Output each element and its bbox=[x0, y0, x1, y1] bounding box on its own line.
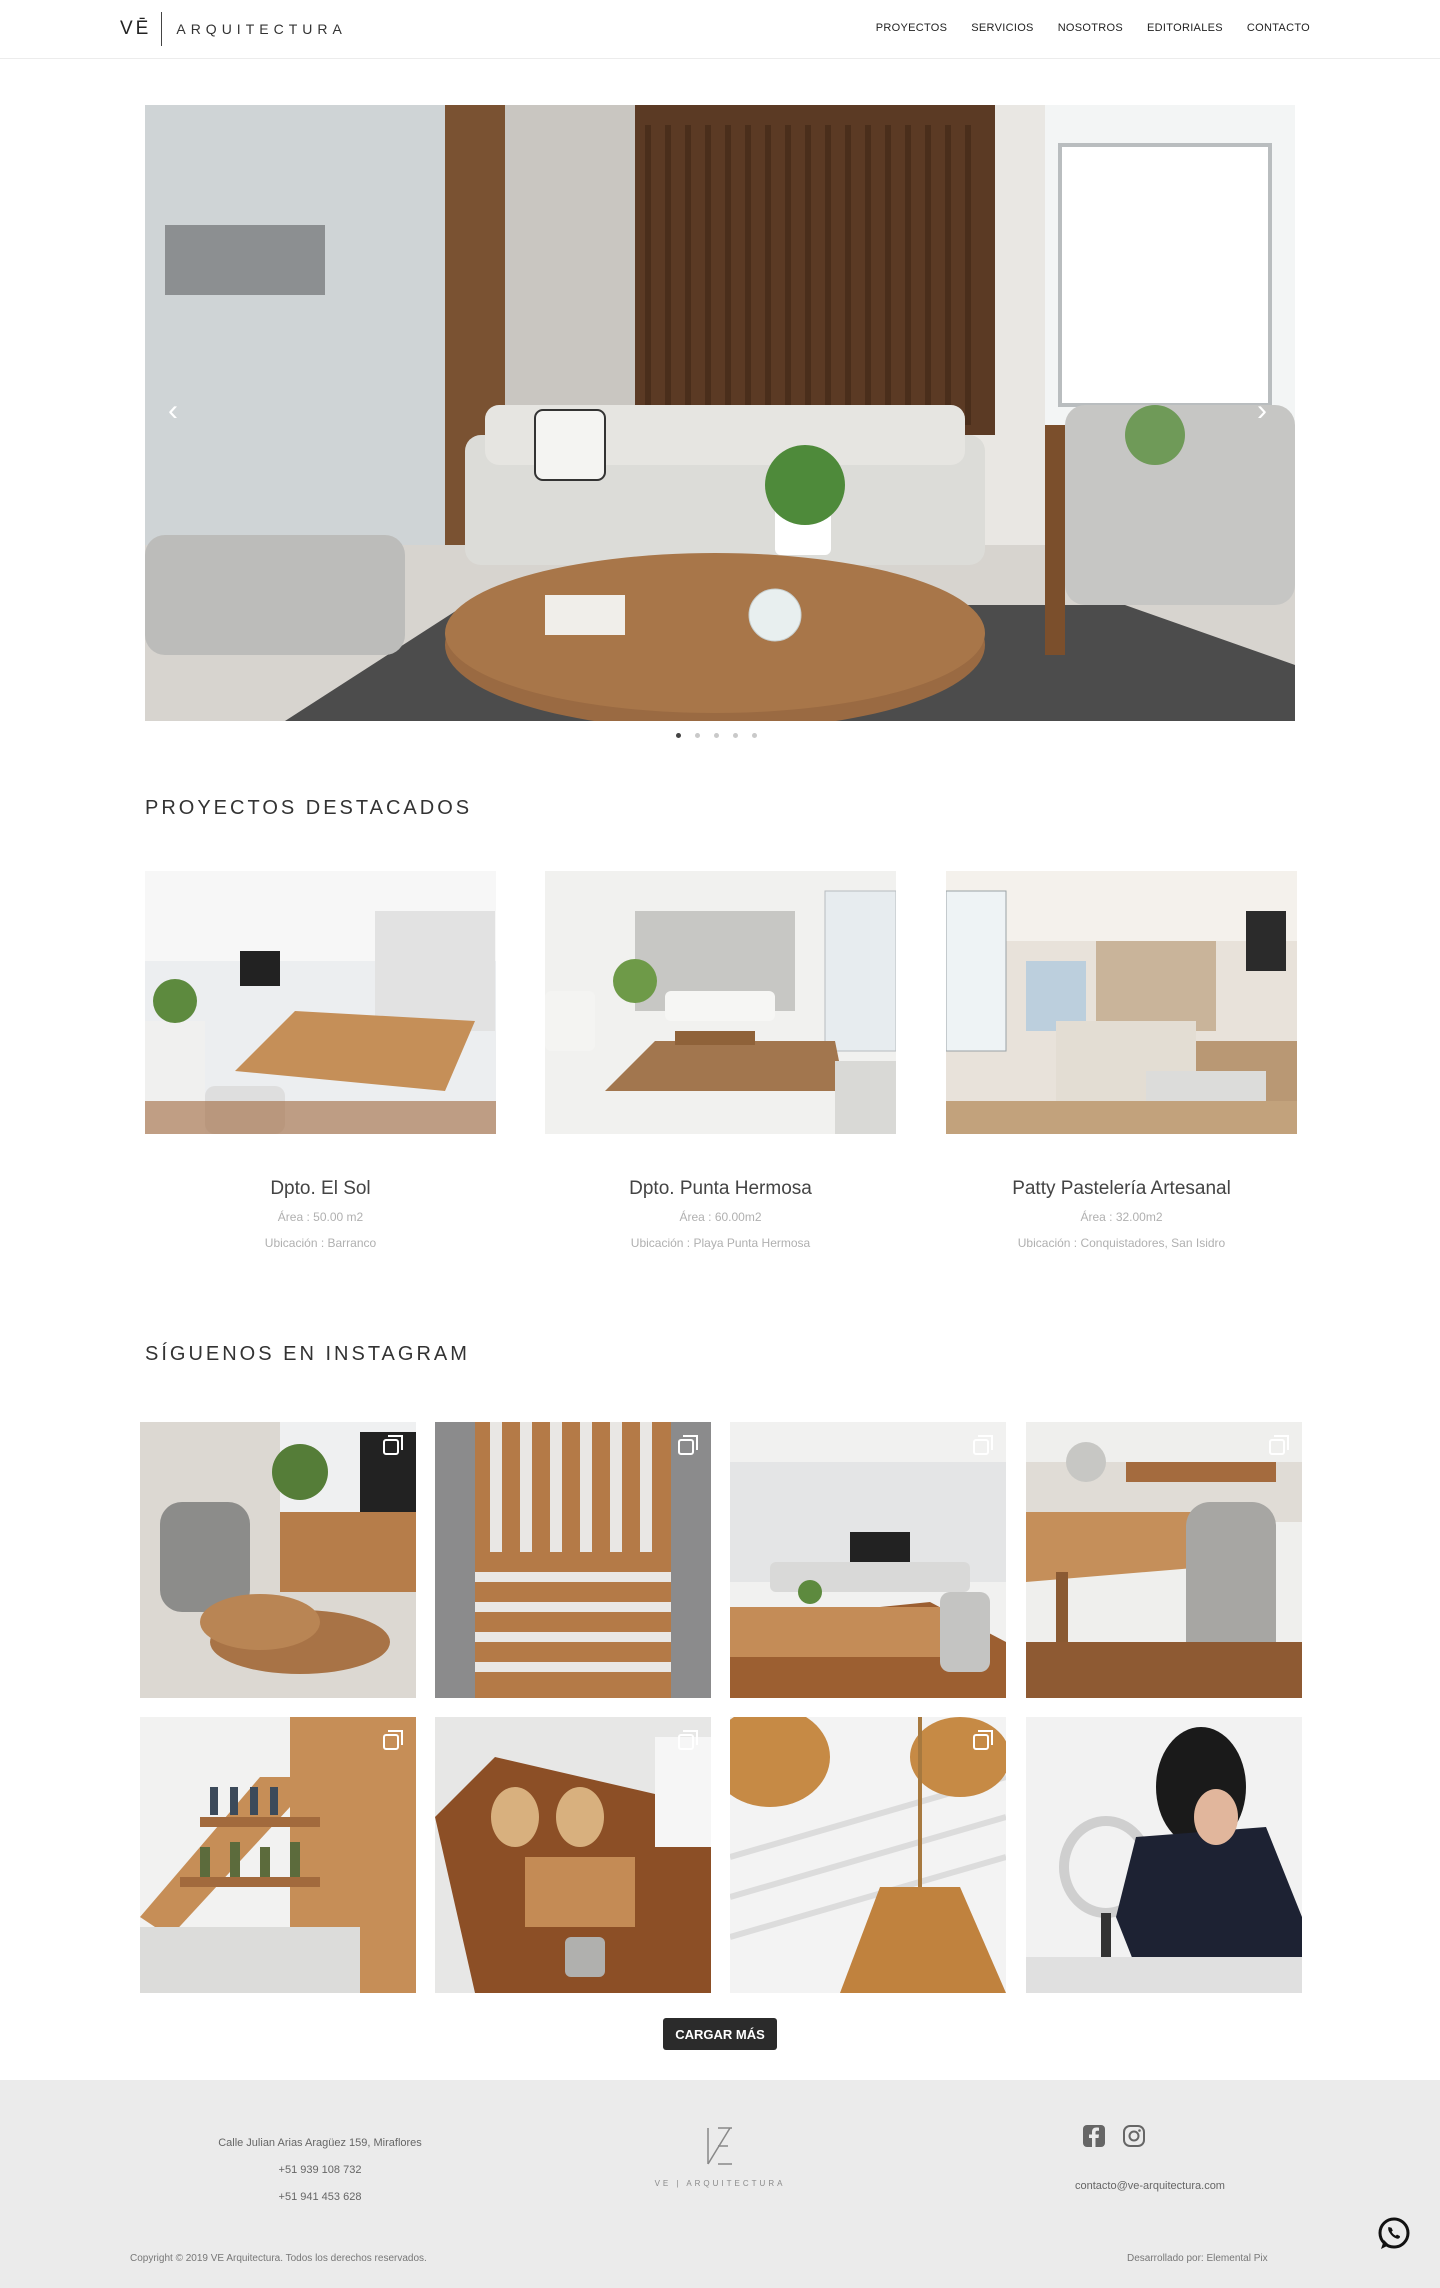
footer-logo[interactable]: VE | ARQUITECTURA bbox=[650, 2124, 790, 2188]
project-card[interactable]: Dpto. El Sol Área : 50.00 m2 Ubicación :… bbox=[145, 871, 496, 1250]
nav-editoriales[interactable]: EDITORIALES bbox=[1147, 22, 1223, 34]
slider-dot-5[interactable] bbox=[752, 733, 757, 738]
slider-dot-2[interactable] bbox=[695, 733, 700, 738]
instagram-post[interactable] bbox=[140, 1422, 416, 1698]
instagram-post[interactable] bbox=[730, 1717, 1006, 1993]
instagram-post[interactable] bbox=[1026, 1422, 1302, 1698]
project-location: Ubicación : Playa Punta Hermosa bbox=[630, 1236, 811, 1250]
project-image[interactable] bbox=[946, 871, 1297, 1134]
slider-next-button[interactable]: › bbox=[1257, 396, 1267, 426]
slider-dot-1[interactable] bbox=[676, 733, 681, 738]
multiple-images-icon bbox=[383, 1435, 403, 1455]
logo-divider bbox=[161, 12, 163, 46]
project-card[interactable]: Dpto. Punta Hermosa Área : 60.00m2 Ubica… bbox=[545, 871, 896, 1250]
facebook-icon[interactable] bbox=[1082, 2124, 1106, 2148]
whatsapp-icon[interactable] bbox=[1376, 2216, 1412, 2252]
project-name[interactable]: Patty Pastelería Artesanal bbox=[946, 1178, 1297, 1200]
featured-projects-title: PROYECTOS DESTACADOS bbox=[145, 797, 473, 819]
slider-pagination bbox=[676, 733, 757, 738]
project-location: Ubicación : Barranco bbox=[264, 1236, 377, 1250]
hero-slide-image bbox=[145, 105, 1295, 721]
multiple-images-icon bbox=[678, 1435, 698, 1455]
instagram-post[interactable] bbox=[140, 1717, 416, 1993]
footer-contact-info: Calle Julian Arias Aragüez 159, Miraflor… bbox=[160, 2130, 480, 2211]
nav-contacto[interactable]: CONTACTO bbox=[1247, 22, 1310, 34]
project-name[interactable]: Dpto. El Sol bbox=[145, 1178, 496, 1200]
footer-email[interactable]: contacto@ve-arquitectura.com bbox=[1000, 2180, 1300, 2192]
ve-monogram-icon bbox=[707, 2127, 732, 2165]
chevron-right-icon: › bbox=[1257, 394, 1267, 427]
main-nav: PROYECTOS SERVICIOS NOSOTROS EDITORIALES… bbox=[876, 22, 1310, 34]
project-image[interactable] bbox=[545, 871, 896, 1134]
slider-dot-4[interactable] bbox=[733, 733, 738, 738]
project-image[interactable] bbox=[145, 871, 496, 1134]
site-header: VĒ ARQUITECTURA PROYECTOS SERVICIOS NOSO… bbox=[0, 0, 1440, 59]
logo-name: ARQUITECTURA bbox=[176, 21, 347, 37]
project-area: Área : 50.00 m2 bbox=[277, 1210, 364, 1224]
instagram-post[interactable] bbox=[435, 1422, 711, 1698]
multiple-images-icon bbox=[1269, 1435, 1289, 1455]
footer-copyright: Copyright © 2019 VE Arquitectura. Todos … bbox=[130, 2253, 427, 2264]
slider-prev-button[interactable]: ‹ bbox=[168, 396, 178, 426]
footer-phone-1[interactable]: +51 939 108 732 bbox=[160, 2157, 480, 2184]
project-area: Área : 32.00m2 bbox=[1080, 1210, 1163, 1224]
instagram-icon[interactable] bbox=[1122, 2124, 1146, 2148]
footer-developer-credit[interactable]: Desarrollado por: Elemental Pix bbox=[1127, 2253, 1268, 2264]
load-more-button[interactable]: CARGAR MÁS bbox=[663, 2018, 777, 2050]
project-name[interactable]: Dpto. Punta Hermosa bbox=[545, 1178, 896, 1200]
project-card[interactable]: Patty Pastelería Artesanal Área : 32.00m… bbox=[946, 871, 1297, 1250]
footer-social-links bbox=[1082, 2124, 1146, 2148]
instagram-post[interactable] bbox=[435, 1717, 711, 1993]
footer-address: Calle Julian Arias Aragüez 159, Miraflor… bbox=[218, 2137, 422, 2149]
logo-mark: VĒ bbox=[120, 18, 152, 39]
multiple-images-icon bbox=[383, 1730, 403, 1750]
nav-nosotros[interactable]: NOSOTROS bbox=[1058, 22, 1123, 34]
instagram-post[interactable] bbox=[1026, 1717, 1302, 1993]
site-footer: Calle Julian Arias Aragüez 159, Miraflor… bbox=[0, 2080, 1440, 2288]
instagram-post[interactable] bbox=[730, 1422, 1006, 1698]
project-location: Ubicación : Conquistadores, San Isidro bbox=[1017, 1236, 1226, 1250]
chevron-left-icon: ‹ bbox=[168, 394, 178, 427]
multiple-images-icon bbox=[973, 1730, 993, 1750]
nav-proyectos[interactable]: PROYECTOS bbox=[876, 22, 948, 34]
footer-phone-2[interactable]: +51 941 453 628 bbox=[160, 2184, 480, 2211]
nav-servicios[interactable]: SERVICIOS bbox=[971, 22, 1033, 34]
site-logo[interactable]: VĒ ARQUITECTURA bbox=[120, 12, 347, 46]
project-area: Área : 60.00m2 bbox=[679, 1210, 762, 1224]
footer-logo-name: VE | ARQUITECTURA bbox=[654, 2179, 786, 2188]
multiple-images-icon bbox=[678, 1730, 698, 1750]
instagram-title: SÍGUENOS EN INSTAGRAM bbox=[145, 1343, 470, 1365]
multiple-images-icon bbox=[973, 1435, 993, 1455]
slider-dot-3[interactable] bbox=[714, 733, 719, 738]
